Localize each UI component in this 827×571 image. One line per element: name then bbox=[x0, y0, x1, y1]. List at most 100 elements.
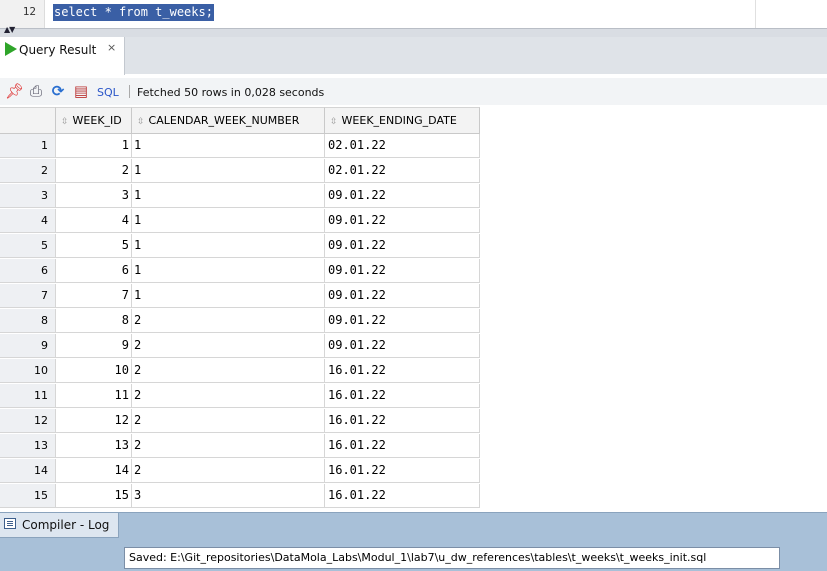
close-icon[interactable]: × bbox=[107, 41, 116, 54]
sort-icon: ⇳ bbox=[61, 117, 69, 127]
tab-query-result[interactable]: Query Result × bbox=[0, 37, 125, 75]
row-number-cell: 8 bbox=[0, 309, 56, 333]
week-id-cell[interactable]: 6 bbox=[56, 259, 132, 283]
table-row[interactable]: 3 3 1 09.01.22 bbox=[0, 184, 480, 208]
week-ending-date-cell[interactable]: 16.01.22 bbox=[325, 384, 480, 408]
week-id-cell[interactable]: 8 bbox=[56, 309, 132, 333]
week-ending-date-cell[interactable]: 16.01.22 bbox=[325, 359, 480, 383]
calendar-week-number-cell[interactable]: 1 bbox=[132, 184, 325, 208]
row-number-cell: 5 bbox=[0, 234, 56, 258]
pin-icon[interactable]: 📌︎ bbox=[5, 82, 24, 100]
week-id-cell[interactable]: 4 bbox=[56, 209, 132, 233]
week-ending-date-cell[interactable]: 09.01.22 bbox=[325, 259, 480, 283]
week-id-cell[interactable]: 13 bbox=[56, 434, 132, 458]
week-id-cell[interactable]: 2 bbox=[56, 159, 132, 183]
table-row[interactable]: 8 8 2 09.01.22 bbox=[0, 309, 480, 333]
table-row[interactable]: 11 11 2 16.01.22 bbox=[0, 384, 480, 408]
tab-compiler-log-label: Compiler - Log bbox=[22, 518, 110, 532]
fetch-status: Fetched 50 rows in 0,028 seconds bbox=[137, 86, 325, 99]
sql-link[interactable]: SQL bbox=[97, 86, 119, 99]
line-gutter: 12 bbox=[0, 0, 45, 28]
week-id-cell[interactable]: 15 bbox=[56, 484, 132, 508]
calendar-week-number-cell[interactable]: 1 bbox=[132, 159, 325, 183]
calendar-week-number-cell[interactable]: 1 bbox=[132, 134, 325, 158]
query-result-grid[interactable]: ⇳ WEEK_ID ⇳ CALENDAR_WEEK_NUMBER ⇳ WEEK_END… bbox=[0, 107, 827, 511]
week-ending-date-cell[interactable]: 02.01.22 bbox=[325, 159, 480, 183]
week-ending-date-cell[interactable]: 16.01.22 bbox=[325, 434, 480, 458]
column-header-week-ending-date[interactable]: ⇳ WEEK_ENDING_DATE bbox=[325, 107, 480, 134]
week-id-cell[interactable]: 14 bbox=[56, 459, 132, 483]
tab-query-result-label: Query Result bbox=[19, 43, 97, 57]
calendar-week-number-cell[interactable]: 2 bbox=[132, 309, 325, 333]
calendar-week-number-cell[interactable]: 1 bbox=[132, 209, 325, 233]
row-number-cell: 11 bbox=[0, 384, 56, 408]
calendar-week-number-cell[interactable]: 3 bbox=[132, 484, 325, 508]
calendar-week-number-cell[interactable]: 1 bbox=[132, 284, 325, 308]
row-number-cell: 6 bbox=[0, 259, 56, 283]
calendar-week-number-cell[interactable]: 1 bbox=[132, 259, 325, 283]
calendar-week-number-cell[interactable]: 2 bbox=[132, 459, 325, 483]
calendar-week-number-cell[interactable]: 2 bbox=[132, 409, 325, 433]
calendar-week-number-cell[interactable]: 2 bbox=[132, 384, 325, 408]
week-id-cell[interactable]: 11 bbox=[56, 384, 132, 408]
row-number-header bbox=[0, 107, 56, 134]
refresh-icon[interactable]: ⟳ bbox=[49, 82, 67, 100]
table-row[interactable]: 1 1 1 02.01.22 bbox=[0, 134, 480, 158]
calendar-week-number-cell[interactable]: 1 bbox=[132, 234, 325, 258]
calendar-week-number-cell[interactable]: 2 bbox=[132, 334, 325, 358]
calendar-week-number-cell[interactable]: 2 bbox=[132, 359, 325, 383]
week-id-cell[interactable]: 10 bbox=[56, 359, 132, 383]
week-id-cell[interactable]: 7 bbox=[56, 284, 132, 308]
week-ending-date-cell[interactable]: 09.01.22 bbox=[325, 234, 480, 258]
sql-file-icon[interactable]: ▤ bbox=[72, 82, 90, 100]
table-row[interactable]: 9 9 2 09.01.22 bbox=[0, 334, 480, 358]
week-id-cell[interactable]: 3 bbox=[56, 184, 132, 208]
save-status-message: Saved: E:\Git_repositories\DataMola_Labs… bbox=[124, 547, 780, 569]
row-number-cell: 9 bbox=[0, 334, 56, 358]
splitter-arrows-icon[interactable]: ▲▼ bbox=[4, 26, 15, 34]
week-ending-date-cell[interactable]: 16.01.22 bbox=[325, 484, 480, 508]
selected-sql-statement[interactable]: select * from t_weeks; bbox=[53, 4, 214, 21]
line-number: 12 bbox=[22, 5, 36, 18]
week-ending-date-cell[interactable]: 09.01.22 bbox=[325, 284, 480, 308]
week-ending-date-cell[interactable]: 16.01.22 bbox=[325, 409, 480, 433]
table-row[interactable]: 4 4 1 09.01.22 bbox=[0, 209, 480, 233]
row-number-cell: 14 bbox=[0, 459, 56, 483]
week-ending-date-cell[interactable]: 02.01.22 bbox=[325, 134, 480, 158]
week-id-cell[interactable]: 5 bbox=[56, 234, 132, 258]
table-row[interactable]: 12 12 2 16.01.22 bbox=[0, 409, 480, 433]
week-ending-date-cell[interactable]: 09.01.22 bbox=[325, 309, 480, 333]
week-id-cell[interactable]: 12 bbox=[56, 409, 132, 433]
week-ending-date-cell[interactable]: 09.01.22 bbox=[325, 334, 480, 358]
tab-compiler-log[interactable]: Compiler - Log bbox=[0, 513, 119, 538]
row-number-cell: 10 bbox=[0, 359, 56, 383]
table-row[interactable]: 14 14 2 16.01.22 bbox=[0, 459, 480, 483]
column-header-label: CALENDAR_WEEK_NUMBER bbox=[148, 114, 300, 127]
column-header-calendar-week-number[interactable]: ⇳ CALENDAR_WEEK_NUMBER bbox=[132, 107, 325, 134]
week-ending-date-cell[interactable]: 09.01.22 bbox=[325, 209, 480, 233]
editor-margin-line bbox=[755, 0, 756, 28]
week-id-cell[interactable]: 1 bbox=[56, 134, 132, 158]
table-row[interactable]: 13 13 2 16.01.22 bbox=[0, 434, 480, 458]
table-row[interactable]: 2 2 1 02.01.22 bbox=[0, 159, 480, 183]
sql-editor[interactable]: 12 select * from t_weeks; bbox=[0, 0, 827, 28]
toolbar-separator bbox=[129, 85, 130, 98]
row-number-cell: 12 bbox=[0, 409, 56, 433]
bottom-panel: Compiler - Log Saved: E:\Git_repositorie… bbox=[0, 512, 827, 571]
week-ending-date-cell[interactable]: 16.01.22 bbox=[325, 459, 480, 483]
week-id-cell[interactable]: 9 bbox=[56, 334, 132, 358]
calendar-week-number-cell[interactable]: 2 bbox=[132, 434, 325, 458]
week-ending-date-cell[interactable]: 09.01.22 bbox=[325, 184, 480, 208]
column-header-week-id[interactable]: ⇳ WEEK_ID bbox=[56, 107, 132, 134]
row-number-cell: 7 bbox=[0, 284, 56, 308]
table-row[interactable]: 10 10 2 16.01.22 bbox=[0, 359, 480, 383]
table-row[interactable]: 7 7 1 09.01.22 bbox=[0, 284, 480, 308]
row-number-cell: 15 bbox=[0, 484, 56, 508]
table-row[interactable]: 15 15 3 16.01.22 bbox=[0, 484, 480, 508]
table-row[interactable]: 5 5 1 09.01.22 bbox=[0, 234, 480, 258]
row-number-cell: 1 bbox=[0, 134, 56, 158]
print-icon[interactable]: ⎙ bbox=[27, 82, 45, 100]
row-number-cell: 3 bbox=[0, 184, 56, 208]
run-icon bbox=[5, 42, 17, 56]
table-row[interactable]: 6 6 1 09.01.22 bbox=[0, 259, 480, 283]
